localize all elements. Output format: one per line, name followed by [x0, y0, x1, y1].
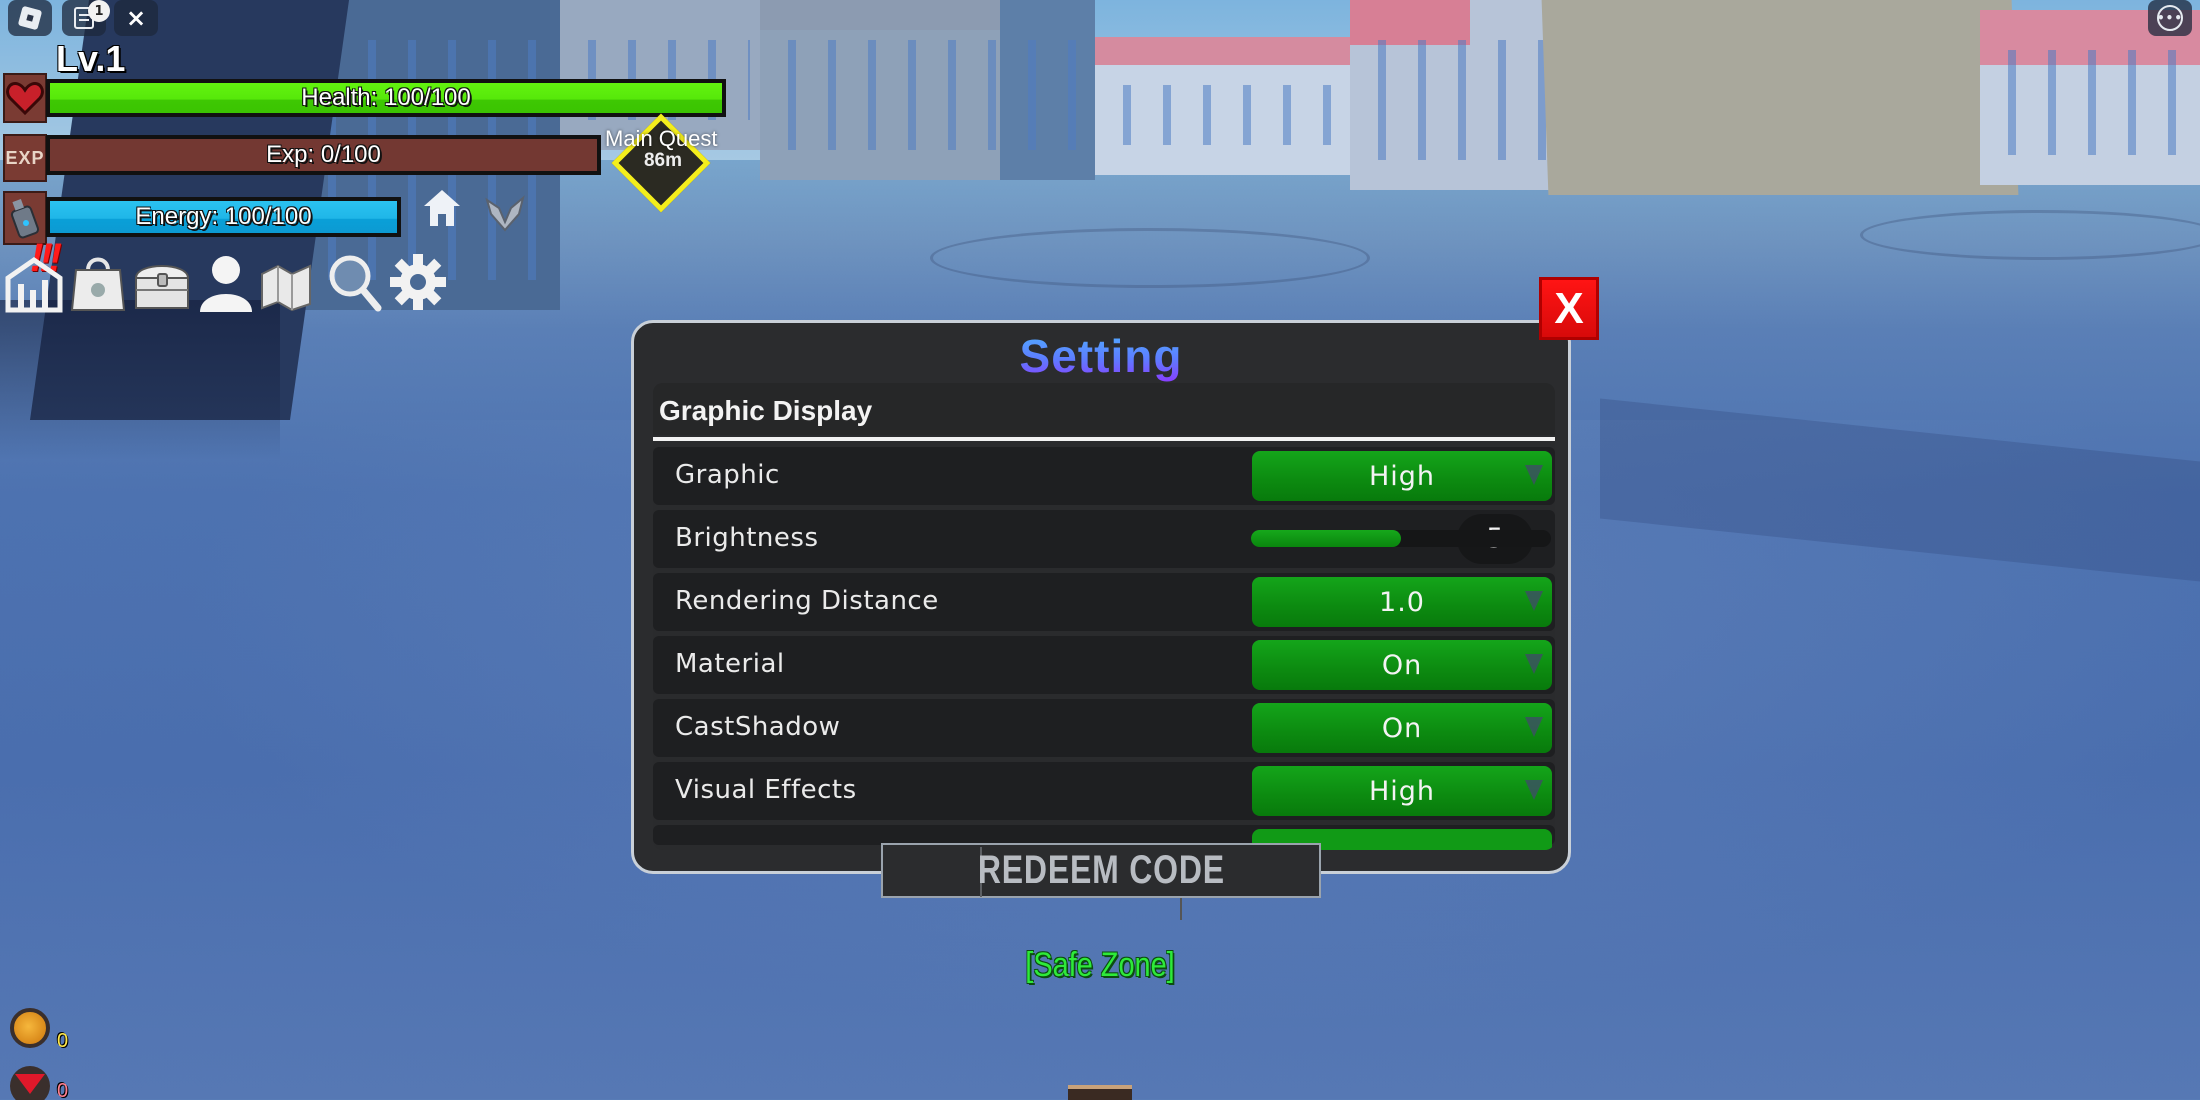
crew-wings-icon[interactable] [483, 192, 527, 232]
player-level: Lv.1 [56, 38, 126, 79]
dropdown-value: 1.0 [1379, 586, 1425, 618]
stats-icon[interactable] [4, 250, 64, 314]
exp-bar: Exp: 0/100 [46, 135, 601, 175]
graphic-display-section: Graphic Display Graphic High Brightness … [653, 383, 1555, 850]
setting-label: CastShadow [675, 712, 841, 742]
brightness-slider-fill[interactable] [1251, 530, 1401, 547]
section-header: Graphic Display [653, 383, 1555, 435]
settings-panel: Setting Graphic Display Graphic High Bri… [631, 320, 1571, 874]
more-icon: ••• [2157, 5, 2183, 31]
setting-label: Graphic [675, 460, 780, 490]
redeem-code-input[interactable]: REDEEM CODE [881, 843, 1321, 898]
health-bar: Health: 100/100 [46, 79, 726, 117]
quest-label: Main Quest [605, 126, 718, 151]
settings-list[interactable]: Graphic High Brightness 5 Rendering Dist… [653, 447, 1555, 850]
exp-icon: EXP [3, 134, 47, 182]
setting-label: Material [675, 649, 785, 679]
close-icon[interactable]: × [114, 0, 158, 36]
visual-effects-dropdown[interactable]: High [1252, 766, 1552, 816]
plaza-ring [1860, 210, 2200, 260]
energy-bar-label: Energy: 100/100 [135, 203, 312, 230]
setting-row-visual-effects: Visual Effects High [653, 762, 1555, 820]
building [1350, 0, 1570, 190]
settings-gear-icon[interactable] [388, 250, 448, 314]
beli-coin-icon [10, 1008, 50, 1048]
building [1980, 10, 2200, 185]
caret-down-icon [1525, 591, 1543, 611]
setting-label: Rendering Distance [675, 586, 939, 616]
beli-amount: 0 [57, 1030, 69, 1052]
heart-icon [3, 73, 47, 123]
fragment-gem-icon [10, 1066, 50, 1100]
rendering-distance-dropdown[interactable]: 1.0 [1252, 577, 1552, 627]
setting-row-rendering-distance: Rendering Distance 1.0 [653, 573, 1555, 631]
zone-indicator: [Safe Zone] [1025, 946, 1175, 984]
building [1000, 0, 1095, 180]
main-menu-bar [4, 250, 448, 314]
caret-down-icon [1525, 654, 1543, 674]
health-bar-label: Health: 100/100 [301, 84, 471, 111]
setting-row-material: Material On [653, 636, 1555, 694]
building [1095, 37, 1355, 175]
setting-row-graphic: Graphic High [653, 447, 1555, 505]
map-icon[interactable] [260, 250, 320, 314]
caret-down-icon [1525, 465, 1543, 485]
exp-bar-label: Exp: 0/100 [266, 141, 381, 168]
setting-label: Visual Effects [675, 775, 857, 805]
dropdown-value: On [1381, 712, 1423, 744]
profile-icon[interactable] [196, 250, 256, 314]
material-dropdown[interactable]: On [1252, 640, 1552, 690]
graphic-dropdown[interactable]: High [1252, 451, 1552, 501]
section-title: Graphic Display [659, 395, 873, 426]
shop-bag-icon[interactable] [68, 250, 128, 314]
energy-bar: Energy: 100/100 [46, 197, 401, 237]
divider [653, 437, 1555, 441]
setting-row-partial [653, 825, 1555, 850]
search-icon[interactable] [324, 250, 384, 314]
more-options-button[interactable]: ••• [2148, 0, 2192, 36]
caret-down-icon [1525, 780, 1543, 800]
close-settings-button[interactable]: X [1539, 277, 1599, 340]
setting-row-castshadow: CastShadow On [653, 699, 1555, 757]
dropdown-value: On [1381, 649, 1423, 681]
exp-icon-text: EXP [5, 147, 45, 168]
setting-label: Brightness [675, 523, 819, 553]
hotbar-slot[interactable] [1068, 1085, 1132, 1100]
roblox-menu-button[interactable] [8, 0, 52, 36]
dropdown-value: High [1368, 460, 1436, 492]
mouse-ibeam-cursor [1180, 898, 1182, 920]
brightness-slider[interactable] [1251, 530, 1551, 547]
roblox-logo-icon [17, 5, 43, 31]
settings-title: Setting [634, 329, 1568, 383]
redeem-code-placeholder: REDEEM CODE [977, 848, 1225, 892]
home-icon[interactable] [420, 186, 464, 230]
chest-icon[interactable] [132, 250, 192, 314]
fragments-amount: 0 [57, 1080, 69, 1100]
chat-badge: 1 [88, 0, 110, 22]
setting-row-brightness: Brightness 5 [653, 510, 1555, 568]
caret-down-icon [1525, 717, 1543, 737]
quest-distance: 86m [643, 150, 683, 171]
plaza-ring [930, 228, 1370, 288]
building [1541, 0, 2019, 195]
castshadow-dropdown[interactable]: On [1252, 703, 1552, 753]
dropdown-value: High [1368, 775, 1436, 807]
